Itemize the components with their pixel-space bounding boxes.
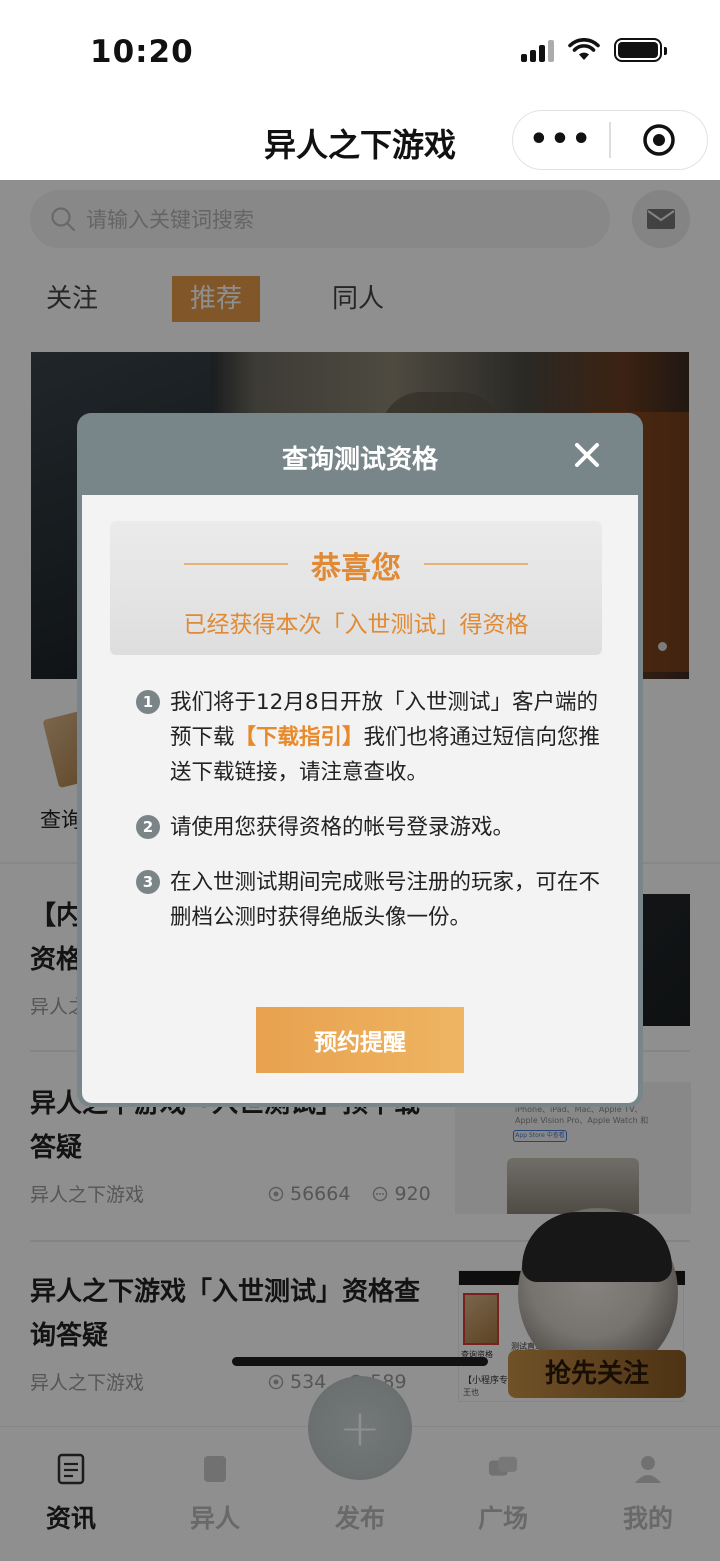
miniapp-capsule: ••• bbox=[512, 110, 708, 170]
signal-icon bbox=[521, 38, 554, 62]
close-icon[interactable] bbox=[573, 441, 601, 469]
step-item: 1 我们将于12月8日开放「入世测试」客户端的预下载【下载指引】我们也将通过短信… bbox=[136, 685, 606, 790]
congrats-heading: 恭喜您 bbox=[311, 551, 401, 586]
nav-bar: 异人之下游戏 ••• bbox=[0, 100, 720, 180]
reminder-button[interactable]: 预约提醒 bbox=[256, 1007, 464, 1073]
status-time: 10:20 bbox=[90, 34, 194, 70]
steps-list: 1 我们将于12月8日开放「入世测试」客户端的预下载【下载指引】我们也将通过短信… bbox=[136, 685, 606, 955]
step-number-icon: 1 bbox=[136, 690, 160, 714]
modal-body: 恭喜您 已经获得本次「入世测试」得资格 1 我们将于12月8日开放「入世测试」客… bbox=[82, 495, 638, 1103]
battery-icon bbox=[614, 38, 667, 62]
more-button[interactable]: ••• bbox=[513, 110, 609, 170]
congrats-banner: 恭喜您 已经获得本次「入世测试」得资格 bbox=[110, 521, 602, 655]
download-guide-link[interactable]: 【下载指引】 bbox=[235, 725, 364, 750]
status-bar: 10:20 bbox=[0, 0, 720, 100]
close-miniapp-button[interactable] bbox=[611, 123, 708, 157]
step-item: 3 在入世测试期间完成账号注册的玩家，可在不删档公测时获得绝版头像一份。 bbox=[136, 865, 606, 935]
step-item: 2 请使用您获得资格的帐号登录游戏。 bbox=[136, 810, 606, 845]
step-number-icon: 3 bbox=[136, 870, 160, 894]
qualification-modal: 查询测试资格 恭喜您 已经获得本次「入世测试」得资格 1 我们将于12月8日开放… bbox=[77, 413, 643, 1107]
step-number-icon: 2 bbox=[136, 815, 160, 839]
wifi-icon bbox=[568, 38, 600, 60]
target-icon bbox=[643, 124, 675, 156]
congrats-subtitle: 已经获得本次「入世测试」得资格 bbox=[183, 612, 529, 638]
status-icons bbox=[521, 38, 667, 62]
modal-title: 查询测试资格 bbox=[281, 445, 438, 475]
home-indicator bbox=[232, 1357, 488, 1366]
